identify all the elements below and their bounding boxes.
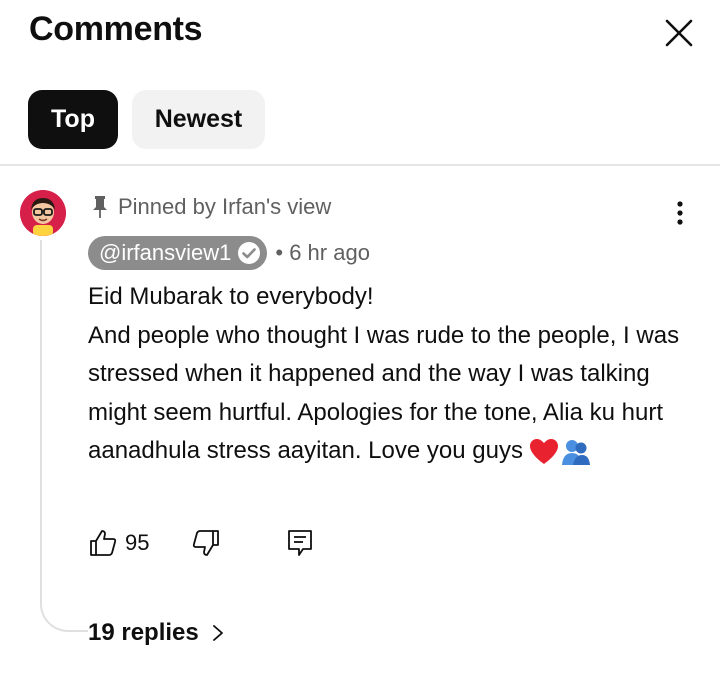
dislike-icon xyxy=(192,530,219,556)
like-icon xyxy=(90,530,117,556)
comment-actions: 95 xyxy=(88,526,488,562)
like-button[interactable] xyxy=(88,528,118,558)
view-replies-button[interactable]: 19 replies xyxy=(88,617,225,649)
author-handle[interactable]: @irfansview1 xyxy=(88,236,268,270)
comment-time: • 6 hr ago xyxy=(275,240,370,265)
close-button[interactable] xyxy=(660,14,698,52)
pin-icon xyxy=(93,196,107,218)
sort-chips: Top Newest xyxy=(0,90,720,150)
verified-check-icon xyxy=(238,242,261,264)
chip-top[interactable]: Top xyxy=(28,90,118,149)
comment-text: Eid Mubarak to everybody! And people who… xyxy=(88,278,688,471)
reply-button[interactable] xyxy=(286,528,314,558)
chip-newest[interactable]: Newest xyxy=(132,90,265,149)
replies-label: 19 replies xyxy=(88,619,199,646)
comments-header: Comments xyxy=(0,0,720,70)
emoji-group xyxy=(529,438,593,466)
avatar-illustration xyxy=(20,190,66,236)
chevron-right-icon xyxy=(212,625,223,641)
heart-emoji xyxy=(529,438,558,464)
pinned-text: Pinned by Irfan's view xyxy=(118,194,332,219)
thread-line xyxy=(40,240,88,632)
more-options-button[interactable] xyxy=(668,198,692,228)
channel-avatar[interactable] xyxy=(20,190,66,236)
people-hugging-emoji xyxy=(561,439,590,465)
reply-icon xyxy=(288,530,312,556)
dislike-button[interactable] xyxy=(191,528,221,558)
like-count: 95 xyxy=(125,530,150,555)
comment-meta: @irfansview1 • 6 hr ago xyxy=(88,235,370,271)
comments-title: Comments xyxy=(29,10,203,48)
divider xyxy=(0,164,720,166)
more-vertical-icon xyxy=(677,201,683,225)
close-icon xyxy=(665,19,693,47)
pinned-label: Pinned by Irfan's view xyxy=(90,193,331,221)
author-name: @irfansview1 xyxy=(99,240,232,265)
